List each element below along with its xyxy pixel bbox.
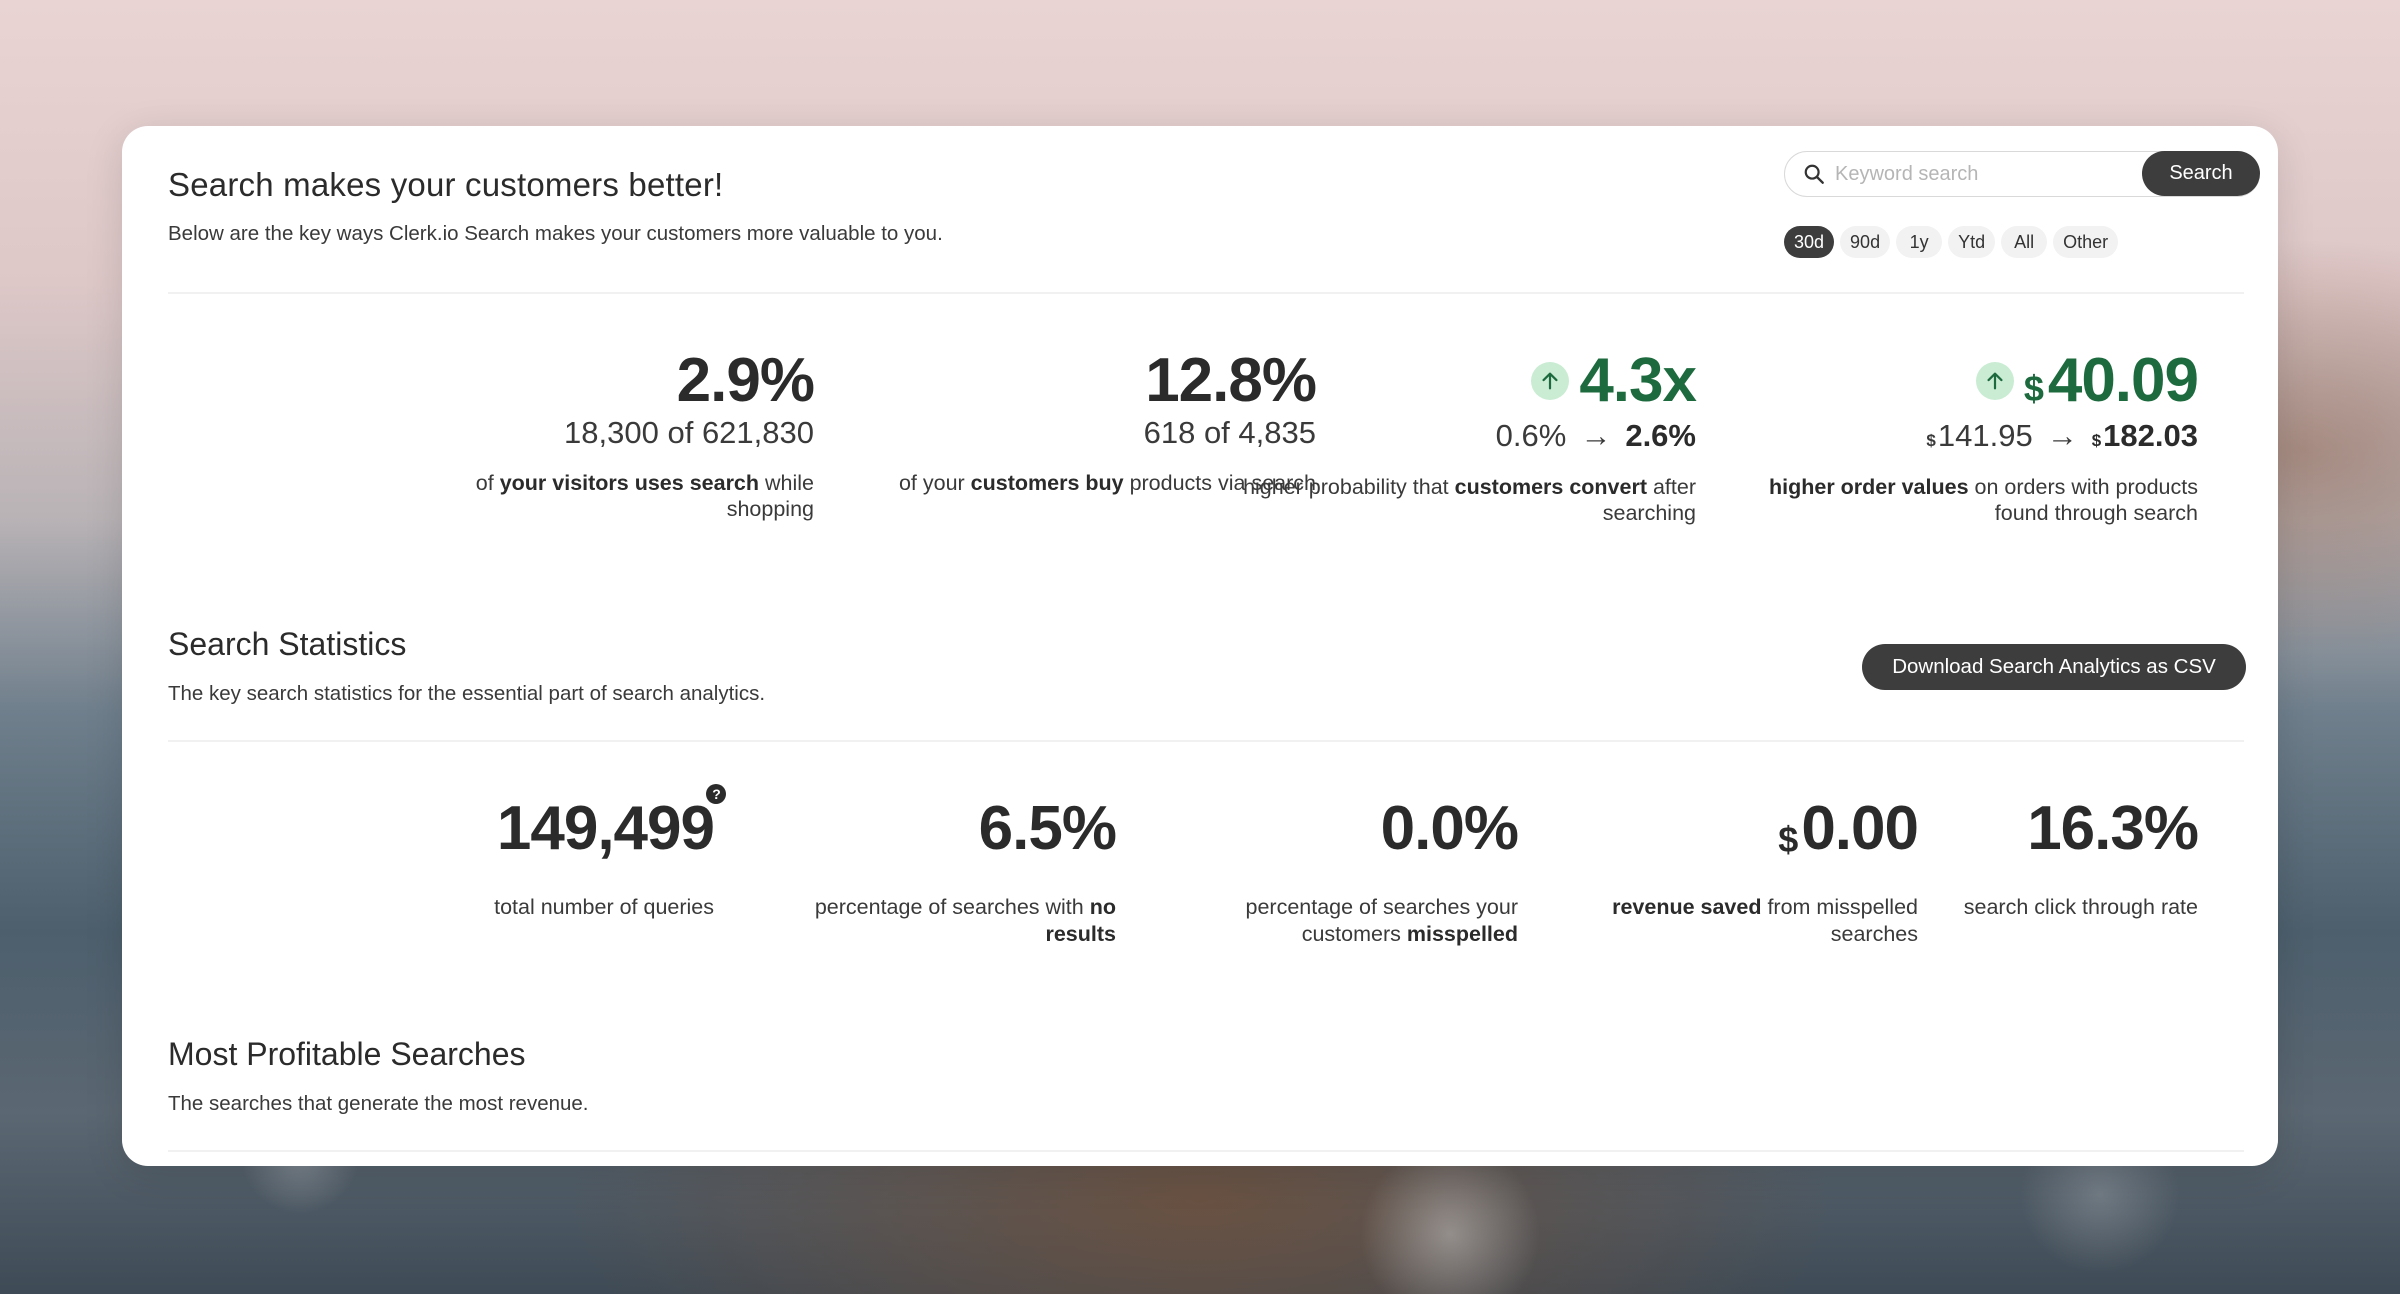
divider: [168, 740, 2244, 742]
search-button[interactable]: Search: [2142, 151, 2260, 196]
kpi-value: 2.9%: [676, 346, 815, 415]
keyword-search: Search: [1784, 151, 2260, 197]
period-30d[interactable]: 30d: [1784, 226, 1835, 258]
right-arrow-icon: →: [1580, 418, 1612, 453]
stat-description: percentage of searches with no results: [814, 895, 1116, 946]
section-title-most-profitable: Most Profitable Searches: [168, 1036, 526, 1072]
period-ytd[interactable]: Ytd: [1948, 226, 1996, 258]
stat-description: search click through rate: [1963, 895, 2198, 919]
stat-value: 6.5%: [978, 794, 1117, 863]
arrow-up-icon: [1531, 362, 1570, 400]
period-all[interactable]: All: [2001, 226, 2048, 258]
kpi-description: higher probability that customers conver…: [1243, 475, 1696, 526]
kpi-detail: 18,300 of 621,830: [564, 415, 814, 450]
search-icon: [1804, 164, 1824, 184]
kpi-visitors-search: 2.9% 18,300 of 621,830 of your visitors …: [414, 346, 815, 523]
page-title: Search makes your customers better!: [168, 166, 724, 203]
kpi-description: higher order values on orders with produ…: [1769, 475, 2198, 526]
section-subtitle: The searches that generate the most reve…: [168, 1092, 589, 1115]
section-title-search-statistics: Search Statistics: [168, 626, 407, 662]
right-arrow-icon: →: [2046, 418, 2078, 453]
period-1y[interactable]: 1y: [1896, 226, 1943, 258]
search-input[interactable]: [1835, 158, 2135, 190]
help-icon[interactable]: ?: [706, 784, 726, 804]
stat-total-queries: 149,499 ? total number of queries: [354, 784, 726, 921]
kpi-description: of your visitors uses search while shopp…: [475, 471, 814, 522]
dashboard-card: Search makes your customers better! Belo…: [122, 126, 2278, 1166]
kpi-value: 40.09: [2047, 346, 2199, 415]
stat-revenue-saved: $ 0.00 revenue saved from misspelled sea…: [1578, 798, 1919, 948]
kpi-change: $141.95 → $182.03: [1926, 418, 2198, 453]
stat-no-results: 6.5% percentage of searches with no resu…: [796, 794, 1117, 948]
period-other[interactable]: Other: [2053, 226, 2119, 258]
stat-description: revenue saved from misspelled searches: [1612, 895, 1918, 946]
section-subtitle: The key search statistics for the essent…: [168, 682, 766, 705]
stat-misspelled: 0.0% percentage of searches your custome…: [1198, 794, 1520, 948]
period-selector: 30d 90d 1y Ytd All Other: [1784, 226, 2119, 258]
download-csv-button[interactable]: Download Search Analytics as CSV: [1862, 644, 2246, 690]
stat-description: total number of queries: [494, 895, 714, 919]
stat-description: percentage of searches your customers mi…: [1245, 895, 1519, 946]
kpi-conversion: 4.3x 0.6% → 2.6% higher probability that…: [1236, 346, 1697, 526]
period-90d[interactable]: 90d: [1840, 226, 1891, 258]
page-subtitle: Below are the key ways Clerk.io Search m…: [168, 222, 943, 245]
stat-value: 16.3%: [2027, 794, 2199, 863]
stat-value: 0.0%: [1380, 794, 1519, 863]
kpi-change: 0.6% → 2.6%: [1495, 418, 1696, 453]
currency-symbol: $: [1778, 819, 1798, 860]
kpi-value: 4.3x: [1579, 346, 1697, 415]
stat-click-through-rate: 16.3% search click through rate: [1878, 794, 2199, 921]
divider: [168, 1150, 2244, 1152]
stat-value: 149,499: [496, 794, 715, 863]
currency-symbol: $: [2023, 368, 2044, 409]
arrow-up-icon: [1975, 362, 2014, 400]
divider: [168, 292, 2244, 294]
kpi-order-value: $ 40.09 $141.95 → $182.03 higher order v…: [1738, 346, 2199, 526]
